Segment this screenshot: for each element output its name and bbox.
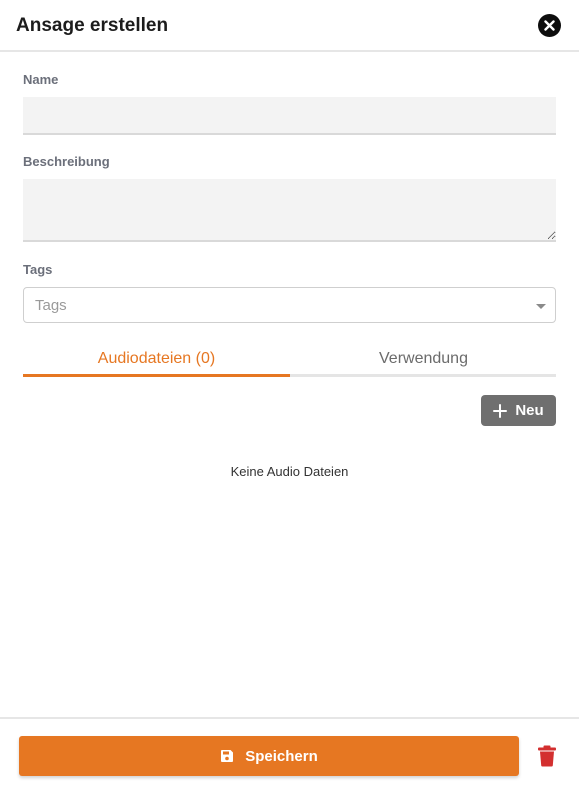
- new-audio-button-label: Neu: [515, 402, 544, 419]
- caret-down-icon: [536, 304, 546, 309]
- tags-placeholder: Tags: [35, 297, 67, 314]
- name-label: Name: [23, 72, 59, 87]
- dialog-header: Ansage erstellen: [0, 0, 579, 52]
- tags-select[interactable]: Tags: [23, 287, 556, 323]
- dialog-title: Ansage erstellen: [16, 15, 169, 36]
- tags-label: Tags: [23, 262, 53, 277]
- save-icon: [221, 750, 234, 762]
- plus-icon: [493, 403, 508, 418]
- name-input[interactable]: [23, 97, 556, 135]
- delete-button[interactable]: [537, 745, 557, 767]
- new-audio-button[interactable]: Neu: [481, 395, 556, 426]
- create-announcement-dialog: Ansage erstellen Name Beschreibung Tags …: [0, 0, 579, 790]
- close-button[interactable]: [538, 14, 561, 37]
- description-label: Beschreibung: [23, 154, 110, 169]
- description-textarea[interactable]: [23, 179, 556, 242]
- empty-state-text: Keine Audio Dateien: [230, 464, 349, 479]
- tab-usage[interactable]: Verwendung: [290, 341, 557, 377]
- save-button[interactable]: Speichern: [19, 736, 519, 776]
- close-icon: [544, 20, 555, 31]
- tab-audio-files[interactable]: Audiodateien (0): [23, 341, 290, 377]
- active-tab-indicator: [23, 374, 290, 377]
- trash-icon: [538, 745, 556, 767]
- save-button-label: Speichern: [245, 747, 318, 765]
